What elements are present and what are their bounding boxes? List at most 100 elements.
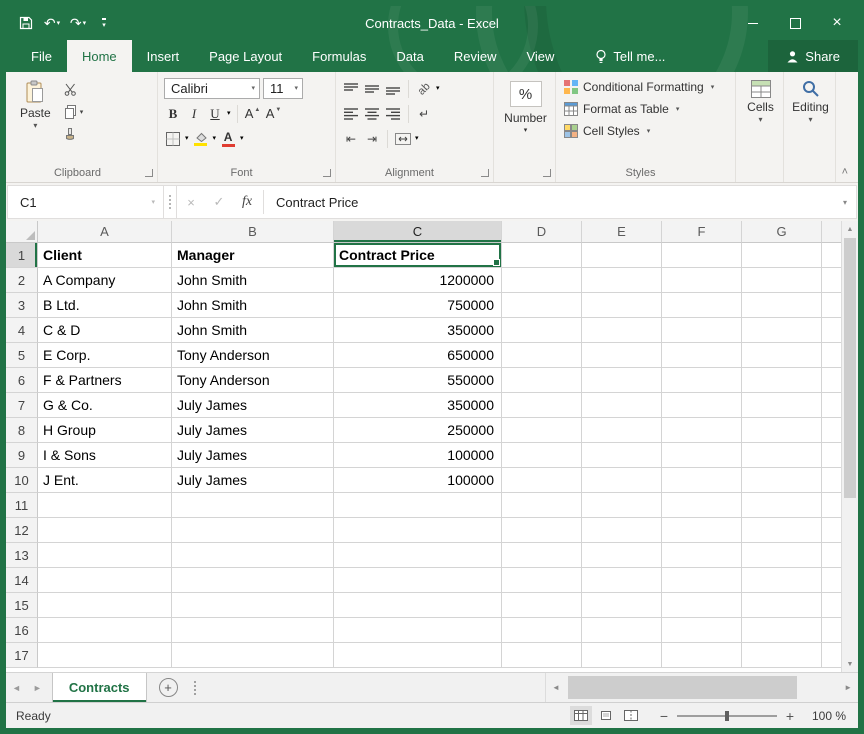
- cell-G12[interactable]: [742, 518, 822, 543]
- vertical-scroll-track[interactable]: [842, 237, 858, 656]
- cell-D12[interactable]: [502, 518, 582, 543]
- align-middle-button[interactable]: [363, 78, 381, 99]
- cut-button[interactable]: [61, 80, 87, 98]
- vertical-scroll-thumb[interactable]: [844, 238, 856, 498]
- cell-C14[interactable]: [334, 568, 502, 593]
- tab-view[interactable]: View: [511, 40, 569, 72]
- cell-F6[interactable]: [662, 368, 742, 393]
- cell-D2[interactable]: [502, 268, 582, 293]
- cell-A15[interactable]: [38, 593, 172, 618]
- zoom-level[interactable]: 100 %: [802, 709, 858, 723]
- cell-C4[interactable]: 350000: [334, 318, 502, 343]
- align-left-button[interactable]: [342, 103, 360, 124]
- cell-A17[interactable]: [38, 643, 172, 668]
- cell-G7[interactable]: [742, 393, 822, 418]
- cell-A2[interactable]: A Company: [38, 268, 172, 293]
- conditional-formatting-button[interactable]: Conditional Formatting ▾: [562, 76, 731, 98]
- row-header-9[interactable]: 9: [6, 443, 38, 468]
- cell-F1[interactable]: [662, 243, 742, 268]
- cell-G17[interactable]: [742, 643, 822, 668]
- wrap-text-button[interactable]: ↵: [415, 103, 433, 124]
- row-header-4[interactable]: 4: [6, 318, 38, 343]
- fill-color-button[interactable]: [192, 128, 210, 149]
- column-header-C[interactable]: C: [334, 221, 502, 243]
- formula-bar-expand-icon[interactable]: ▾: [834, 186, 856, 218]
- cell-E13[interactable]: [582, 543, 662, 568]
- row-header-7[interactable]: 7: [6, 393, 38, 418]
- cell-F8[interactable]: [662, 418, 742, 443]
- formula-bar-splitter[interactable]: [164, 186, 177, 218]
- format-painter-button[interactable]: [61, 126, 87, 144]
- zoom-slider[interactable]: [677, 715, 777, 717]
- decrease-font-size-button[interactable]: A▼: [265, 103, 283, 124]
- tab-insert[interactable]: Insert: [132, 40, 195, 72]
- cell-B15[interactable]: [172, 593, 334, 618]
- cell-B17[interactable]: [172, 643, 334, 668]
- row-header-2[interactable]: 2: [6, 268, 38, 293]
- cell-F16[interactable]: [662, 618, 742, 643]
- orientation-button[interactable]: ab: [415, 78, 433, 99]
- column-header-A[interactable]: A: [38, 221, 172, 243]
- scroll-right-button[interactable]: ►: [838, 683, 858, 692]
- cell-F11[interactable]: [662, 493, 742, 518]
- cells-button[interactable]: Cells ▾: [742, 76, 779, 124]
- alignment-dialog-launcher[interactable]: [481, 169, 489, 177]
- undo-button[interactable]: ↶▾: [40, 10, 64, 36]
- cell-A3[interactable]: B Ltd.: [38, 293, 172, 318]
- cell-E2[interactable]: [582, 268, 662, 293]
- cell-B3[interactable]: John Smith: [172, 293, 334, 318]
- enter-button[interactable]: ✓: [205, 186, 233, 218]
- horizontal-scroll-thumb[interactable]: [568, 676, 797, 699]
- new-sheet-button[interactable]: +: [159, 678, 178, 697]
- align-center-button[interactable]: [363, 103, 381, 124]
- cell-C16[interactable]: [334, 618, 502, 643]
- cell-A12[interactable]: [38, 518, 172, 543]
- cell-G1[interactable]: [742, 243, 822, 268]
- cell-G16[interactable]: [742, 618, 822, 643]
- insert-function-button[interactable]: fx: [233, 186, 261, 218]
- align-top-button[interactable]: [342, 78, 360, 99]
- cell-A4[interactable]: C & D: [38, 318, 172, 343]
- cell-D4[interactable]: [502, 318, 582, 343]
- cell-C9[interactable]: 100000: [334, 443, 502, 468]
- cell-A6[interactable]: F & Partners: [38, 368, 172, 393]
- cell-F13[interactable]: [662, 543, 742, 568]
- row-header-16[interactable]: 16: [6, 618, 38, 643]
- cell-E7[interactable]: [582, 393, 662, 418]
- sheet-nav-right-button[interactable]: ►: [27, 673, 48, 702]
- cell-E8[interactable]: [582, 418, 662, 443]
- cell-F9[interactable]: [662, 443, 742, 468]
- cell-C2[interactable]: 1200000: [334, 268, 502, 293]
- row-header-10[interactable]: 10: [6, 468, 38, 493]
- font-name-select[interactable]: Calibri▾: [164, 78, 260, 99]
- cell-E6[interactable]: [582, 368, 662, 393]
- sheet-tab-contracts[interactable]: Contracts: [52, 673, 147, 702]
- tell-me-button[interactable]: Tell me...: [595, 40, 665, 72]
- increase-indent-button[interactable]: ⇥: [363, 128, 381, 149]
- cell-E11[interactable]: [582, 493, 662, 518]
- cell-B14[interactable]: [172, 568, 334, 593]
- row-header-8[interactable]: 8: [6, 418, 38, 443]
- merge-center-button[interactable]: [394, 128, 412, 149]
- tab-page-layout[interactable]: Page Layout: [194, 40, 297, 72]
- tab-file[interactable]: File: [16, 40, 67, 72]
- cell-D16[interactable]: [502, 618, 582, 643]
- zoom-in-button[interactable]: +: [784, 708, 796, 724]
- cell-G4[interactable]: [742, 318, 822, 343]
- cell-G6[interactable]: [742, 368, 822, 393]
- number-dialog-launcher[interactable]: [543, 169, 551, 177]
- column-header-F[interactable]: F: [662, 221, 742, 243]
- row-header-1[interactable]: 1: [6, 243, 38, 268]
- cell-B10[interactable]: July James: [172, 468, 334, 493]
- cell-F3[interactable]: [662, 293, 742, 318]
- row-header-11[interactable]: 11: [6, 493, 38, 518]
- cell-B6[interactable]: Tony Anderson: [172, 368, 334, 393]
- cell-E12[interactable]: [582, 518, 662, 543]
- decrease-indent-button[interactable]: ⇤: [342, 128, 360, 149]
- cell-B4[interactable]: John Smith: [172, 318, 334, 343]
- cell-G2[interactable]: [742, 268, 822, 293]
- cell-B12[interactable]: [172, 518, 334, 543]
- cell-D10[interactable]: [502, 468, 582, 493]
- cell-G15[interactable]: [742, 593, 822, 618]
- tab-splitter[interactable]: [194, 681, 196, 695]
